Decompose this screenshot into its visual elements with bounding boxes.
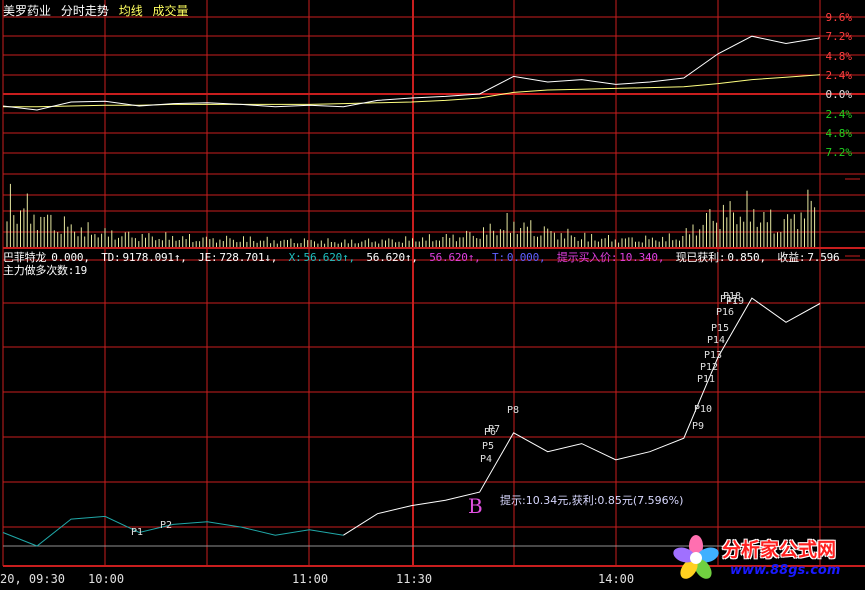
price-axis-down-1: 2.4% bbox=[825, 108, 853, 121]
signal-point-label: P11 bbox=[697, 374, 715, 385]
gain-value: 7.596 bbox=[807, 251, 840, 264]
volume-bars bbox=[6, 183, 816, 247]
signal-point-label: P2 bbox=[160, 520, 172, 531]
volume-label[interactable]: 成交量 bbox=[153, 4, 189, 18]
x-value: 56.620↑, bbox=[303, 251, 356, 264]
x-label: X: bbox=[288, 251, 302, 264]
buy-marker: B bbox=[468, 494, 483, 518]
intraday-chart[interactable]: P1P2P4P5P6P7P8P9P10P11P12P13P14P15P16P17… bbox=[0, 0, 865, 586]
signal-point-label: P10 bbox=[694, 404, 712, 415]
time-label-1100: 11:00 bbox=[292, 572, 329, 586]
grid bbox=[2, 0, 865, 567]
t-label: T: bbox=[492, 251, 505, 264]
td-value: 9178.091↑, bbox=[122, 251, 187, 264]
td-label: TD: bbox=[101, 251, 121, 264]
price-axis-up-3: 4.8% bbox=[825, 50, 853, 63]
je-value: 728.701↓, bbox=[219, 251, 278, 264]
price-axis-up-2: 7.2% bbox=[825, 30, 853, 43]
watermark-site-name: 分析家公式网 bbox=[722, 539, 837, 561]
price-axis-down-2: 4.8% bbox=[825, 127, 853, 140]
signal-point-label: P15 bbox=[711, 323, 729, 334]
signal-point-label: P13 bbox=[704, 350, 722, 361]
signal-point-label: P8 bbox=[507, 405, 519, 416]
signal-point-label: P4 bbox=[480, 454, 492, 465]
signal-point-label: P19 bbox=[726, 296, 744, 307]
t-value: 0.000, bbox=[506, 251, 546, 264]
profit-value: 0.850, bbox=[727, 251, 766, 264]
signal-point-label: P9 bbox=[692, 421, 704, 432]
buy-tip-text: 提示:10.34元,获利:0.85元(7.596%) bbox=[500, 494, 684, 507]
time-label-open: 20, 09:30 bbox=[0, 572, 66, 586]
hint-value: 10.340, bbox=[619, 251, 665, 264]
avg-line-label[interactable]: 均线 bbox=[119, 4, 143, 18]
chart-window[interactable]: P1 P2 P4 P5 P6 P7 P8 P9 P10 P11 P12 P13 P14 P15 P16 P17… bbox=[0, 0, 865, 586]
indicator-readout: 巴菲特龙 0.000, TD: 9178.091↑, JE: 728.701↓, X:… bbox=[3, 249, 844, 265]
je-label: JE: bbox=[198, 251, 218, 264]
price-axis-zero: 0.0% bbox=[825, 88, 853, 101]
stock-name: 美罗药业 bbox=[3, 4, 52, 18]
hint-label: 提示买入价: bbox=[556, 251, 618, 264]
profit-label: 现已获利: bbox=[675, 251, 726, 264]
watermark-url: www.88gs.com bbox=[730, 563, 841, 578]
signal-point-label: P7 bbox=[488, 424, 500, 435]
signal-point-label: P5 bbox=[482, 441, 494, 452]
price-line bbox=[2, 35, 821, 111]
signal-point-label: P1 bbox=[131, 527, 143, 538]
main-force-readout: 主力做多次数:19 bbox=[3, 262, 92, 278]
time-label-1000: 10:00 bbox=[88, 572, 125, 586]
x2-value: 56.620↑, bbox=[366, 251, 418, 264]
chart-mode-label[interactable]: 分时走势 bbox=[61, 4, 109, 18]
signal-point-label: P16 bbox=[716, 307, 734, 318]
price-axis-up-4: 2.4% bbox=[825, 69, 853, 82]
gain-label: 收益: bbox=[777, 251, 806, 264]
average-price-line bbox=[3, 74, 821, 108]
signal-point-label: P14 bbox=[707, 335, 725, 346]
chart-header: 美罗药业 分时走势 均线 成交量 bbox=[3, 2, 195, 19]
x3-value: 56.620↑, bbox=[429, 251, 481, 264]
signal-point-label: P12 bbox=[700, 362, 718, 373]
time-label-1130: 11:30 bbox=[396, 572, 433, 586]
main-force-value: 19 bbox=[74, 264, 88, 277]
indicator-low-line bbox=[2, 515, 344, 547]
price-axis-down-3: 7.2% bbox=[825, 146, 853, 159]
main-force-label: 主力做多次数: bbox=[3, 264, 75, 277]
flower-icon bbox=[673, 535, 719, 579]
time-label-1400: 14:00 bbox=[598, 572, 635, 586]
price-axis-up-1: 9.6% bbox=[825, 11, 853, 24]
